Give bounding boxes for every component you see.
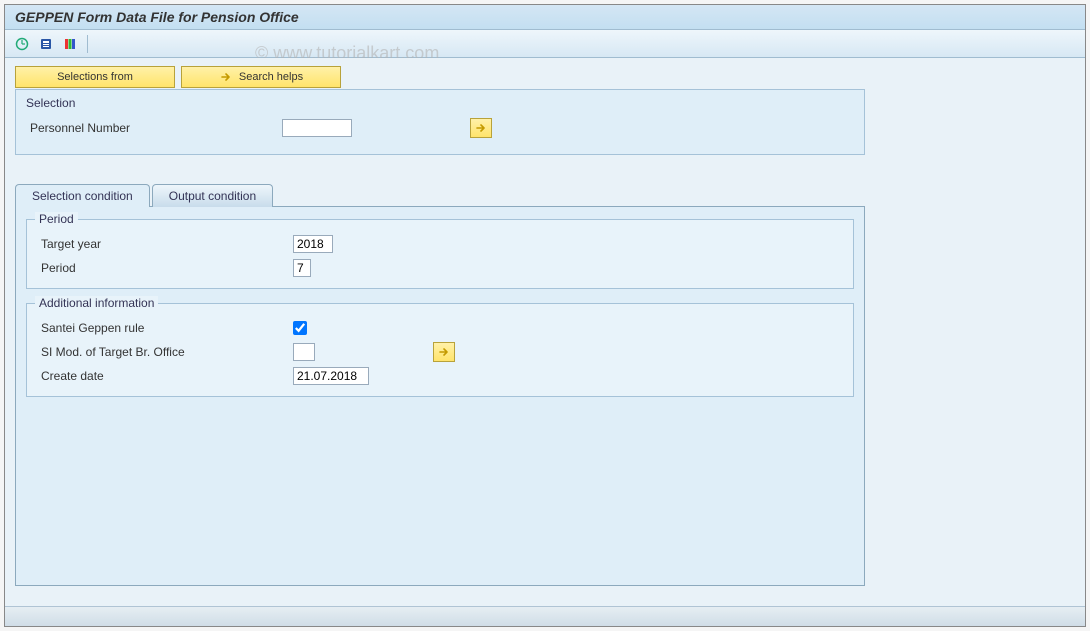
title-bar: GEPPEN Form Data File for Pension Office: [5, 5, 1085, 30]
create-date-input[interactable]: [293, 367, 369, 385]
tab-selection-condition-label: Selection condition: [32, 189, 133, 203]
personnel-number-range-button[interactable]: [470, 118, 492, 138]
variant-icon[interactable]: [35, 34, 57, 54]
tab-strip: Selection condition Output condition: [15, 183, 1075, 206]
period-group: Period Target year Period: [26, 219, 854, 289]
app-window: GEPPEN Form Data File for Pension Office…: [4, 4, 1086, 627]
period-legend: Period: [35, 212, 78, 226]
create-date-label: Create date: [35, 369, 285, 383]
tab-panel-selection-condition: Period Target year Period Additional inf…: [15, 206, 865, 586]
page-title: GEPPEN Form Data File for Pension Office: [15, 9, 299, 25]
personnel-number-row: Personnel Number: [24, 116, 856, 140]
santei-geppen-row: Santei Geppen rule: [35, 316, 845, 340]
color-legend-icon[interactable]: [59, 34, 81, 54]
tab-output-condition[interactable]: Output condition: [152, 184, 273, 207]
si-mod-range-button[interactable]: [433, 342, 455, 362]
personnel-number-input[interactable]: [282, 119, 352, 137]
period-input[interactable]: [293, 259, 311, 277]
target-year-input[interactable]: [293, 235, 333, 253]
tab-selection-condition[interactable]: Selection condition: [15, 184, 150, 207]
additional-info-group: Additional information Santei Geppen rul…: [26, 303, 854, 397]
selection-toolbar: Selections from Search helps: [15, 66, 1075, 88]
si-mod-input[interactable]: [293, 343, 315, 361]
target-year-row: Target year: [35, 232, 845, 256]
status-bar: [5, 606, 1085, 626]
arrow-right-icon: [219, 70, 233, 84]
target-year-label: Target year: [35, 237, 285, 251]
si-mod-label: SI Mod. of Target Br. Office: [35, 345, 285, 359]
create-date-row: Create date: [35, 364, 845, 388]
toolbar-divider: [87, 35, 88, 53]
santei-geppen-checkbox[interactable]: [293, 321, 307, 335]
personnel-number-label: Personnel Number: [24, 121, 274, 135]
additional-info-legend: Additional information: [35, 296, 158, 310]
content-area: Selections from Search helps Selection P…: [5, 58, 1085, 623]
selection-legend: Selection: [26, 96, 856, 110]
selections-from-button[interactable]: Selections from: [15, 66, 175, 88]
selections-from-label: Selections from: [57, 71, 133, 83]
period-row: Period: [35, 256, 845, 280]
si-mod-row: SI Mod. of Target Br. Office: [35, 340, 845, 364]
selection-group: Selection Personnel Number: [15, 89, 865, 155]
execute-icon[interactable]: [11, 34, 33, 54]
search-helps-label: Search helps: [239, 71, 303, 83]
tab-output-condition-label: Output condition: [169, 189, 256, 203]
period-label: Period: [35, 261, 285, 275]
search-helps-button[interactable]: Search helps: [181, 66, 341, 88]
santei-geppen-label: Santei Geppen rule: [35, 321, 285, 335]
app-toolbar: [5, 30, 1085, 58]
